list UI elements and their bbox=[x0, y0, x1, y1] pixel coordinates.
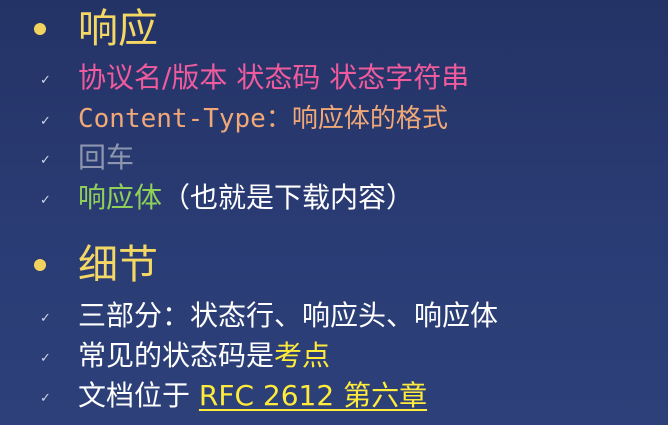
check-icon: ✓ bbox=[40, 311, 51, 326]
section-heading-response: 响应 bbox=[34, 4, 158, 54]
item-text: 文档位于 bbox=[78, 379, 199, 412]
item-text-green: 响应体 bbox=[78, 181, 163, 214]
check-icon: ✓ bbox=[40, 114, 51, 129]
section-heading-details: 细节 bbox=[34, 240, 158, 290]
item-text: 三部分：状态行、响应头、响应体 bbox=[78, 299, 499, 332]
list-item: ✓ 常见的状态码是 考点 bbox=[40, 338, 330, 374]
check-icon: ✓ bbox=[40, 391, 51, 406]
item-text: 常见的状态码是 bbox=[78, 339, 275, 372]
slide: 响应 ✓ 协议名/版本 状态码 状态字符串 ✓ Content-Type：响应体… bbox=[0, 0, 668, 425]
list-item: ✓ 回车 bbox=[40, 140, 134, 176]
bullet-dot-icon bbox=[34, 23, 46, 35]
rfc-link[interactable]: RFC 2612 第六章 bbox=[199, 378, 427, 414]
highlight-text: 考点 bbox=[274, 339, 331, 372]
item-text: Content-Type：响应体的格式 bbox=[78, 104, 448, 134]
list-item: ✓ Content-Type：响应体的格式 bbox=[40, 101, 448, 137]
list-item: ✓ 三部分：状态行、响应头、响应体 bbox=[40, 298, 498, 334]
list-item: ✓ 响应体 （也就是下载内容） bbox=[40, 180, 414, 216]
item-text: 回车 bbox=[78, 141, 135, 174]
check-icon: ✓ bbox=[40, 351, 51, 366]
section-title: 响应 bbox=[78, 6, 158, 52]
check-icon: ✓ bbox=[40, 73, 51, 88]
item-text-note: （也就是下载内容） bbox=[162, 181, 415, 214]
list-item: ✓ 协议名/版本 状态码 状态字符串 bbox=[40, 60, 469, 96]
section-title: 细节 bbox=[78, 242, 158, 288]
item-text: 协议名/版本 状态码 状态字符串 bbox=[78, 61, 470, 94]
list-item: ✓ 文档位于 RFC 2612 第六章 bbox=[40, 378, 427, 414]
check-icon: ✓ bbox=[40, 193, 51, 208]
bullet-dot-icon bbox=[34, 259, 46, 271]
check-icon: ✓ bbox=[40, 153, 51, 168]
